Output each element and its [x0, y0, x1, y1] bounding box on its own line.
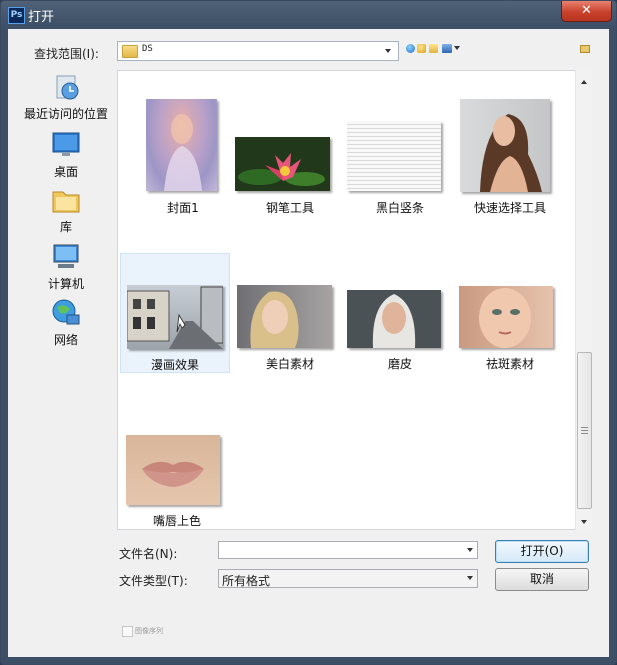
file-thumbnail	[235, 137, 330, 191]
folder-icon	[122, 45, 138, 58]
view-menu-icon[interactable]	[442, 44, 452, 53]
file-thumbnail	[347, 290, 441, 348]
file-item[interactable]: 美白素材	[235, 253, 345, 378]
file-item[interactable]: 封面1	[128, 91, 238, 216]
file-list[interactable]: 封面1 钢笔工具 黑白竖条 快速选择工具 漫画效果 美白素材 磨皮 祛斑素材 嘴…	[117, 70, 586, 530]
file-thumbnail	[459, 286, 553, 348]
dialog-body: 查找范围(I): DS 最近访问的位置 桌面 库 计算机 网络 封面1 钢笔工具…	[8, 29, 609, 657]
file-name: 美白素材	[265, 357, 314, 371]
file-name: 钢笔工具	[265, 201, 314, 215]
filetype-select[interactable]: 所有格式	[218, 569, 478, 588]
scroll-down-icon[interactable]	[581, 520, 587, 524]
file-thumbnail	[127, 285, 223, 349]
grip-line	[581, 427, 588, 428]
look-in-label: 查找范围(I):	[34, 47, 99, 61]
file-item[interactable]: 磨皮	[345, 253, 455, 378]
image-sequence-checkbox[interactable]	[122, 626, 133, 637]
place-label: 网络	[53, 333, 78, 347]
file-name: 漫画效果	[150, 358, 199, 372]
filename-input[interactable]	[218, 541, 478, 559]
folder-icon[interactable]	[580, 45, 590, 53]
place-desktop[interactable]: 桌面	[19, 130, 113, 180]
file-name: 黑白竖条	[375, 201, 424, 215]
dialog-window: Ps 打开 ✕ 查找范围(I): DS 最近访问的位置 桌面 库 计算机 网络 …	[0, 0, 617, 665]
back-icon[interactable]	[406, 44, 415, 53]
look-in-value: DS	[142, 44, 153, 54]
file-item[interactable]: 快速选择工具	[455, 91, 565, 216]
photoshop-app-icon: Ps	[8, 7, 25, 24]
libraries-icon	[51, 185, 81, 215]
filetype-value: 所有格式	[222, 574, 271, 588]
chevron-down-icon	[385, 49, 391, 53]
file-name: 封面1	[167, 201, 199, 215]
place-label: 计算机	[47, 277, 84, 291]
file-name: 祛斑素材	[485, 357, 534, 371]
file-thumbnail	[237, 285, 332, 348]
grip-line	[581, 430, 588, 431]
file-item[interactable]: 祛斑素材	[455, 253, 565, 378]
place-network[interactable]: 网络	[19, 298, 113, 348]
scroll-up-icon[interactable]	[581, 80, 587, 84]
chevron-down-icon	[467, 576, 473, 580]
window-title: 打开	[28, 10, 55, 25]
place-libraries[interactable]: 库	[19, 185, 113, 235]
file-thumbnail	[347, 121, 441, 191]
title-bar[interactable]: Ps 打开 ✕	[1, 1, 617, 28]
file-item[interactable]: 黑白竖条	[345, 91, 455, 216]
file-name: 磨皮	[387, 357, 412, 371]
place-recent[interactable]: 最近访问的位置	[19, 72, 113, 122]
close-button[interactable]: ✕	[561, 1, 612, 22]
place-label: 桌面	[53, 165, 78, 179]
recent-places-icon	[51, 72, 81, 102]
file-name: 嘴唇上色	[152, 514, 201, 528]
up-folder-icon[interactable]	[417, 44, 426, 53]
network-icon	[51, 298, 81, 328]
cancel-button[interactable]: 取消	[495, 568, 589, 591]
file-item-selected[interactable]: 漫画效果	[120, 253, 230, 373]
place-computer[interactable]: 计算机	[19, 242, 113, 292]
file-item[interactable]: 嘴唇上色	[122, 423, 232, 529]
filename-label: 文件名(N):	[119, 547, 178, 561]
file-thumbnail	[126, 435, 220, 505]
places-bar: 最近访问的位置 桌面 库 计算机 网络	[19, 72, 113, 635]
file-thumbnail	[146, 99, 217, 191]
grip-line	[581, 433, 588, 434]
view-menu-arrow-icon[interactable]	[454, 46, 460, 50]
file-item[interactable]: 钢笔工具	[235, 91, 345, 216]
chevron-down-icon[interactable]	[467, 548, 473, 552]
file-name: 快速选择工具	[473, 201, 546, 215]
scrollbar-thumb[interactable]	[577, 352, 592, 509]
look-in-dropdown[interactable]: DS	[117, 41, 399, 61]
file-thumbnail	[460, 99, 550, 192]
desktop-icon	[51, 130, 81, 160]
new-folder-icon[interactable]	[429, 44, 438, 53]
place-label: 最近访问的位置	[23, 107, 108, 121]
image-sequence-label: 图像序列	[135, 627, 163, 635]
place-label: 库	[59, 220, 72, 234]
vertical-scrollbar[interactable]	[575, 70, 592, 530]
open-button[interactable]: 打开(O)	[495, 540, 589, 563]
filetype-label: 文件类型(T):	[119, 574, 188, 588]
computer-icon	[51, 242, 81, 272]
